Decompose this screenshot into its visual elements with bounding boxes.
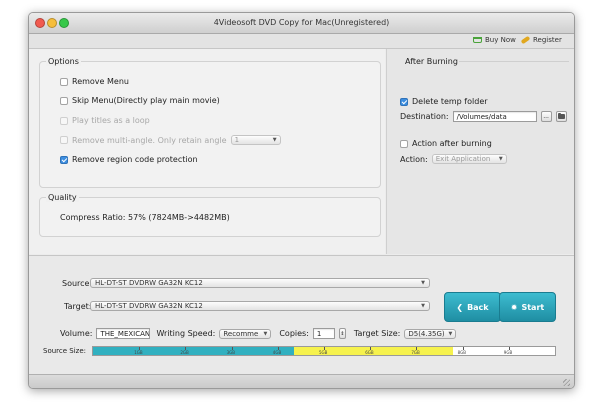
action-after-checkbox[interactable] [400, 139, 408, 148]
status-bar [29, 374, 574, 388]
action-select: Exit Application ▼ [431, 154, 507, 164]
angle-select: 1 ▼ [230, 135, 281, 145]
buy-now-label: Buy Now [485, 36, 516, 44]
remove-region-label: Remove region code protection [72, 155, 198, 164]
copies-input[interactable]: 1 [312, 328, 335, 339]
play-loop-label: Play titles as a loop [72, 116, 150, 125]
action-row: Action: Exit Application ▼ [400, 154, 507, 164]
compress-ratio: Compress Ratio: 57% (7824MB->4482MB) [60, 213, 230, 222]
resize-grip-icon[interactable] [563, 379, 570, 386]
chevron-down-icon: ▼ [263, 330, 268, 337]
source-select[interactable]: HL-DT-ST DVDRW GA32N KC12 ▼ [90, 278, 430, 288]
action-after-label: Action after burning [412, 139, 492, 148]
key-icon [520, 35, 531, 45]
source-size-bar: 1GB 2GB 3GB 4GB 5GB 6GB 7GB 8GB 9GB [92, 346, 556, 356]
app-window: 4Videosoft DVD Copy for Mac(Unregistered… [28, 12, 575, 389]
back-button[interactable]: ❮ Back [444, 292, 501, 322]
chevron-down-icon: ▼ [448, 330, 453, 337]
settings-panel: Options Remove Menu Skip Menu(Directly p… [29, 49, 385, 254]
remove-menu-checkbox[interactable] [60, 77, 68, 86]
cart-icon [473, 37, 482, 43]
open-folder-button[interactable] [555, 111, 567, 122]
skip-menu-label: Skip Menu(Directly play main movie) [72, 96, 220, 105]
toolbar: Buy Now Register [29, 34, 574, 49]
copies-stepper[interactable]: ⇕ [338, 328, 346, 339]
quality-group: Quality Compress Ratio: 57% (7824MB->448… [39, 193, 381, 237]
action-after-option[interactable]: Action after burning [400, 139, 492, 148]
chevron-down-icon: ▼ [498, 156, 503, 162]
options-group: Options Remove Menu Skip Menu(Directly p… [39, 57, 381, 188]
size-bar-tick-label: 5GB [319, 350, 328, 355]
size-bar-tick-label: 7GB [411, 350, 420, 355]
target-size-select[interactable]: D5(4.35G) ▼ [404, 328, 457, 339]
arrow-left-icon: ❮ [456, 302, 464, 312]
size-bar-tick-label: 2GB [180, 350, 189, 355]
writing-speed-label: Writing Speed: [156, 329, 216, 338]
chevron-down-icon: ▼ [421, 303, 425, 309]
remove-menu-option[interactable]: Remove Menu [60, 77, 129, 86]
target-value: HL-DT-ST DVDRW GA32N KC12 [95, 302, 203, 310]
angle-value: 1 [234, 136, 240, 144]
delete-temp-checkbox[interactable] [400, 97, 408, 106]
burn-settings-area: Source: HL-DT-ST DVDRW GA32N KC12 ▼ Targ… [29, 255, 574, 374]
size-bar-tick-label: 8GB [457, 350, 466, 355]
destination-row: Destination: /Volumes/data ... [400, 111, 567, 122]
size-bar-used-segment [93, 347, 294, 355]
source-value: HL-DT-ST DVDRW GA32N KC12 [95, 279, 203, 287]
register-label: Register [533, 36, 562, 44]
delete-temp-label: Delete temp folder [412, 97, 488, 106]
copies-label: Copies: [279, 329, 309, 338]
destination-label: Destination: [400, 112, 449, 121]
browse-button[interactable]: ... [540, 111, 552, 122]
target-label: Target: [64, 302, 92, 311]
back-label: Back [467, 302, 489, 312]
delete-temp-option[interactable]: Delete temp folder [400, 97, 488, 106]
start-button[interactable]: ✹ Start [499, 292, 556, 322]
volume-row: Volume: THE_MEXICAN Writing Speed: Recom… [60, 328, 457, 339]
volume-input[interactable]: THE_MEXICAN [96, 328, 151, 339]
writing-speed-value: Recomme [223, 329, 259, 338]
multi-angle-label: Remove multi-angle. Only retain angle [72, 135, 227, 145]
multi-angle-option: Remove multi-angle. Only retain angle 1 … [60, 135, 281, 145]
size-bar-tick-label: 4GB [272, 350, 282, 355]
destination-input[interactable]: /Volumes/data [452, 111, 537, 122]
options-title: Options [46, 57, 81, 66]
size-bar-tick-label: 3GB [226, 350, 235, 355]
after-burning-title: After Burning [405, 57, 458, 66]
size-bar-tick-label: 1GB [134, 350, 143, 355]
target-size-value: D5(4.35G) [408, 329, 445, 338]
quality-title: Quality [46, 193, 79, 202]
volume-label: Volume: [60, 329, 93, 338]
play-loop-option: Play titles as a loop [60, 116, 150, 125]
skip-menu-option[interactable]: Skip Menu(Directly play main movie) [60, 96, 220, 105]
chevron-down-icon: ▼ [272, 137, 277, 143]
title-bar: 4Videosoft DVD Copy for Mac(Unregistered… [29, 13, 574, 34]
window-title: 4Videosoft DVD Copy for Mac(Unregistered… [213, 18, 390, 27]
action-label: Action: [400, 154, 428, 164]
source-label: Source: [62, 279, 93, 288]
remove-region-checkbox[interactable] [60, 155, 68, 164]
remove-menu-label: Remove Menu [72, 77, 129, 86]
buy-now-button[interactable]: Buy Now [473, 36, 516, 44]
action-value: Exit Application [435, 155, 491, 163]
source-size-label: Source Size: [43, 347, 86, 355]
size-bar-tick-label: 9GB [503, 350, 513, 355]
size-bar-tick-label: 6GB [365, 350, 374, 355]
multi-angle-checkbox [60, 136, 68, 144]
target-size-label: Target Size: [353, 329, 401, 338]
folder-icon [557, 113, 565, 119]
register-button[interactable]: Register [520, 35, 562, 45]
burn-icon: ✹ [510, 302, 518, 312]
after-burning-panel: After Burning Delete temp folder Destina… [386, 49, 574, 254]
remove-region-option[interactable]: Remove region code protection [60, 155, 198, 164]
chevron-down-icon: ▼ [421, 280, 425, 286]
writing-speed-select[interactable]: Recomme ▼ [219, 328, 272, 339]
after-burning-divider [459, 61, 569, 62]
target-select[interactable]: HL-DT-ST DVDRW GA32N KC12 ▼ [90, 301, 430, 311]
start-label: Start [521, 302, 545, 312]
play-loop-checkbox [60, 116, 68, 125]
skip-menu-checkbox[interactable] [60, 96, 68, 105]
